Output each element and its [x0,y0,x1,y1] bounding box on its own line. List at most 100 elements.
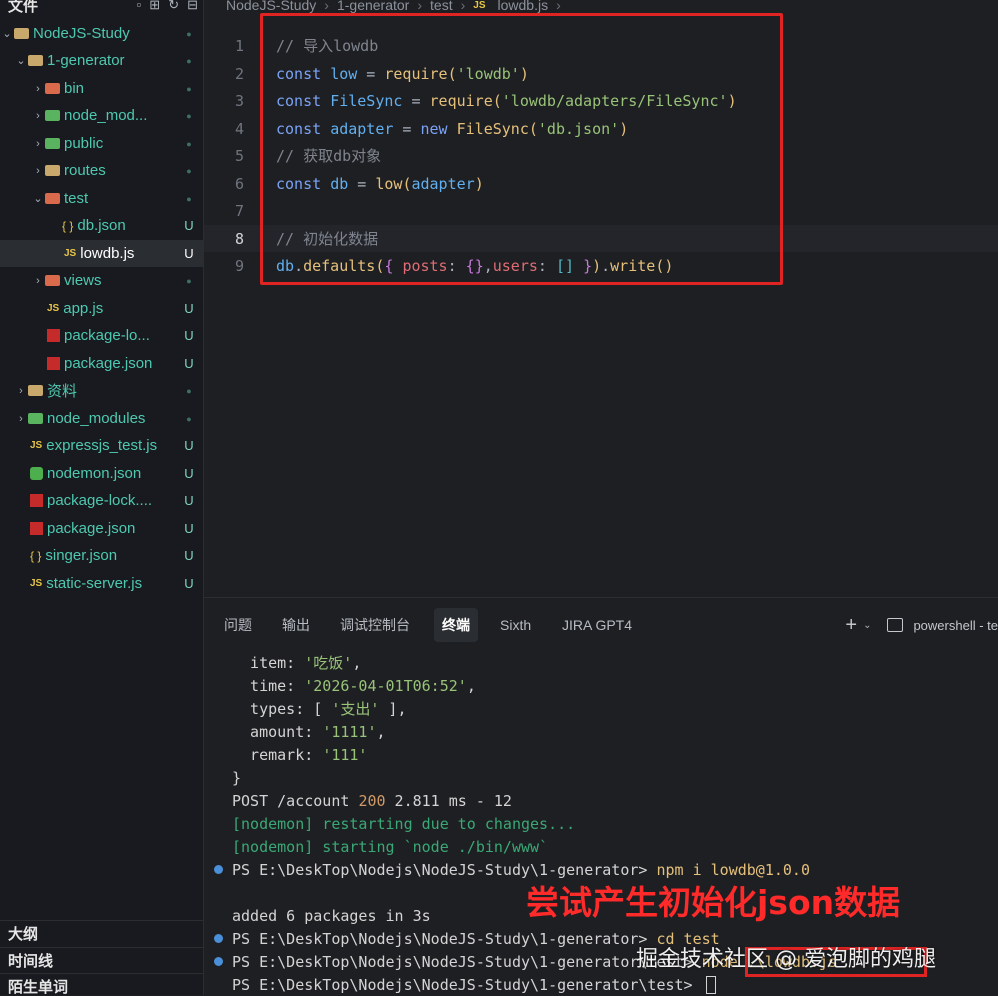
tab-problems[interactable]: 问题 [224,608,252,642]
terminal-line: added 6 packages in 3s [232,906,431,925]
tree-item-bin[interactable]: › bin ● [0,75,203,102]
outline-section[interactable]: 大纲 [0,920,203,946]
tree-item-label: 1-generator [47,52,125,69]
tree-item-label: app.js [63,300,104,317]
collapse-all-icon[interactable]: ⊟ [187,0,198,13]
chevron-right-icon: › [324,0,329,13]
git-status: ● [186,138,192,149]
node-folder-icon [45,110,60,121]
file-explorer: 文件 ▫ ⊞ ↻ ⊟ ⌄ NodeJS-Study ● ⌄ 1-generato… [0,0,204,995]
tab-terminal[interactable]: 终端 [434,608,478,642]
tree-item-node-modules[interactable]: › node_mod... ● [0,102,203,129]
tree-item-label: nodemon.json [47,465,142,482]
tree-item-label: NodeJS-Study [33,25,130,42]
npm-icon [30,522,43,535]
new-folder-icon[interactable]: ⊞ [149,0,160,13]
json-file-icon: { } [30,548,42,563]
explorer-actions: ▫ ⊞ ↻ ⊟ [137,0,198,13]
breadcrumb-item[interactable]: test [430,0,453,13]
git-status: U [184,218,194,233]
chevron-down-icon: ⌄ [2,28,12,40]
new-file-icon[interactable]: ▫ [137,0,142,13]
tree-item-nodejs-study[interactable]: ⌄ NodeJS-Study ● [0,20,203,47]
timeline-section[interactable]: 时间线 [0,947,203,973]
tab-debug-console[interactable]: 调试控制台 [340,608,410,642]
tree-item-package-json[interactable]: package.json U [0,350,203,377]
tree-item-expressjs-test[interactable]: JS expressjs_test.js U [0,432,203,459]
tab-label: 问题 [224,617,252,633]
terminal-line: } [232,768,242,787]
terminal-line: types: [ '支出' ], [232,700,407,718]
nodejs-icon [30,467,43,480]
tree-item-db-json[interactable]: { } db.json U [0,212,203,239]
tree-item-package-lock[interactable]: package-lo... U [0,322,203,349]
chevron-right-icon: › [36,274,40,287]
tree-item-label: public [64,135,104,152]
refresh-icon[interactable]: ↻ [168,0,179,13]
tree-item-routes[interactable]: › routes ● [0,157,203,184]
tree-item-1-generator[interactable]: ⌄ 1-generator ● [0,47,203,74]
tab-output[interactable]: 输出 [282,608,310,642]
git-status: ● [186,110,192,121]
git-status: U [184,576,194,591]
vocab-section[interactable]: 陌生单词 [0,973,203,995]
tab-label: 输出 [282,617,310,633]
breadcrumb-item[interactable]: lowdb.js [498,0,549,13]
annotation-box-code [260,13,783,285]
git-status: U [184,466,194,481]
tree-item-package-json-root[interactable]: package.json U [0,515,203,542]
tree-item-node-modules-root[interactable]: › node_modules ● [0,405,203,432]
git-status: ● [186,385,192,396]
tree-item-app-js[interactable]: JS app.js U [0,295,203,322]
chevron-down-icon: ⌄ [33,193,43,205]
bin-folder-icon [45,83,60,94]
tree-item-package-lock-root[interactable]: package-lock.... U [0,487,203,514]
js-file-icon: JS [473,0,486,11]
git-status: ● [186,55,192,66]
chevron-right-icon: › [19,384,23,397]
node-folder-icon [28,413,43,424]
git-status: ● [186,28,192,39]
npm-icon [47,357,60,370]
chevron-right-icon: › [19,412,23,425]
tree-item-lowdb-js[interactable]: JS lowdb.js U [0,240,203,267]
tree-item-test[interactable]: ⌄ test ● [0,185,203,212]
tab-label: JIRA GPT4 [562,617,633,633]
terminal-line: amount: '1111', [232,722,386,741]
tree-item-views[interactable]: › views ● [0,267,203,294]
tree-item-public[interactable]: › public ● [0,130,203,157]
tree-item-label: db.json [77,217,126,234]
tree-item-ziliao[interactable]: › 资料 ● [0,377,203,404]
breadcrumb-item[interactable]: NodeJS-Study [226,0,316,13]
tree-item-nodemon-json[interactable]: nodemon.json U [0,460,203,487]
tree-item-label: singer.json [45,547,118,564]
new-terminal-icon[interactable]: + [845,614,857,637]
tree-item-static-server[interactable]: JS static-server.js U [0,570,203,597]
git-status: U [184,493,194,508]
public-folder-icon [45,138,60,149]
tree-item-singer-json[interactable]: { } singer.json U [0,542,203,569]
tree-item-label: expressjs_test.js [46,437,158,454]
chevron-right-icon: › [460,0,466,13]
terminal-line: item: '吃饭', [232,654,362,672]
tree-item-label: static-server.js [46,575,143,592]
chevron-right-icon: › [36,164,40,177]
outline-label: 大纲 [8,926,39,943]
chevron-right-icon: › [36,82,40,95]
git-status: ● [186,193,192,204]
breadcrumb-item[interactable]: 1-generator [337,0,409,13]
tree-item-label: package-lock.... [47,492,153,509]
terminal-line: [nodemon] restarting due to changes... [232,814,576,833]
git-status: ● [186,83,192,94]
tab-sixth[interactable]: Sixth [500,608,531,642]
git-status: U [184,328,194,343]
folder-icon [28,55,43,66]
timeline-label: 时间线 [8,953,54,970]
git-status: U [184,521,194,536]
terminal-prompt[interactable]: PS E:\DeskTop\Nodejs\NodeJS-Study\1-gene… [232,973,716,996]
panel-actions: + ⌄ powershell - te [845,608,998,642]
terminal-instance-label[interactable]: powershell - te [913,618,998,633]
tab-jira-gpt4[interactable]: JIRA GPT4 [562,608,632,642]
git-status: U [184,246,194,261]
chevron-down-icon[interactable]: ⌄ [863,620,871,631]
